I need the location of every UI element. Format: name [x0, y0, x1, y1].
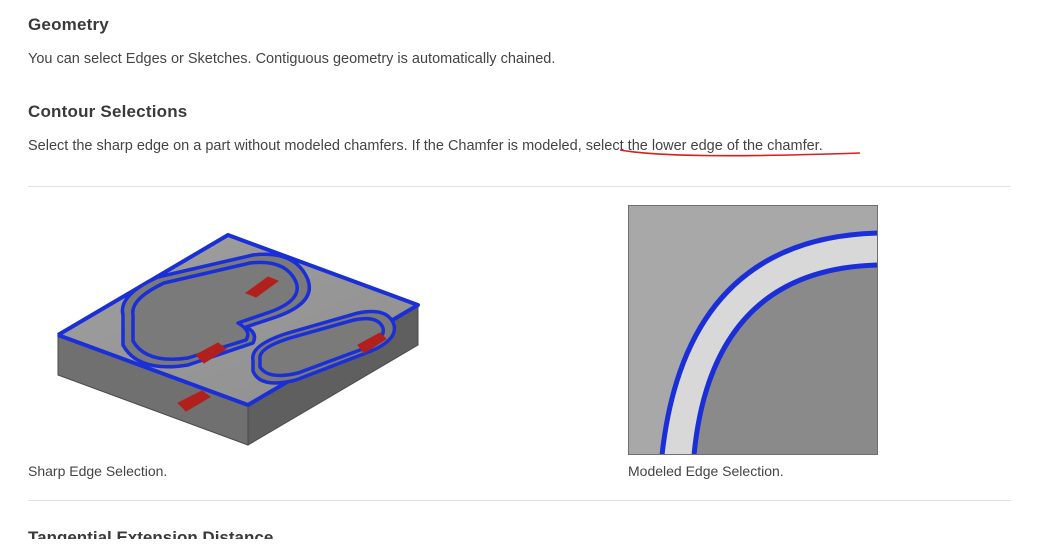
figure-modeled-edge: Modeled Edge Selection. — [628, 205, 878, 483]
text-contour-b: t the lower edge of the chamfer. — [620, 138, 823, 154]
heading-contour: Contour Selections — [28, 99, 1011, 125]
sharp-edge-illustration — [28, 195, 428, 455]
figure-sharp-edge: Sharp Edge Selection. — [28, 195, 428, 483]
caption-modeled-edge: Modeled Edge Selection. — [628, 461, 878, 483]
caption-sharp-edge: Sharp Edge Selection. — [28, 461, 428, 483]
text-geometry-desc: You can select Edges or Sketches. Contig… — [28, 48, 1011, 70]
text-contour-a: Select the sharp edge on a part without … — [28, 138, 620, 154]
annotated-span: t the lower edge of the chamfer. — [620, 138, 823, 154]
heading-geometry: Geometry — [28, 12, 1011, 38]
modeled-edge-illustration — [628, 205, 878, 455]
text-contour-desc: Select the sharp edge on a part without … — [28, 135, 1011, 157]
heading-tangential-partial: Tangential Extension Distance — [28, 525, 1011, 539]
figure-row: Sharp Edge Selection. Modeled Edge Selec… — [28, 186, 1011, 502]
